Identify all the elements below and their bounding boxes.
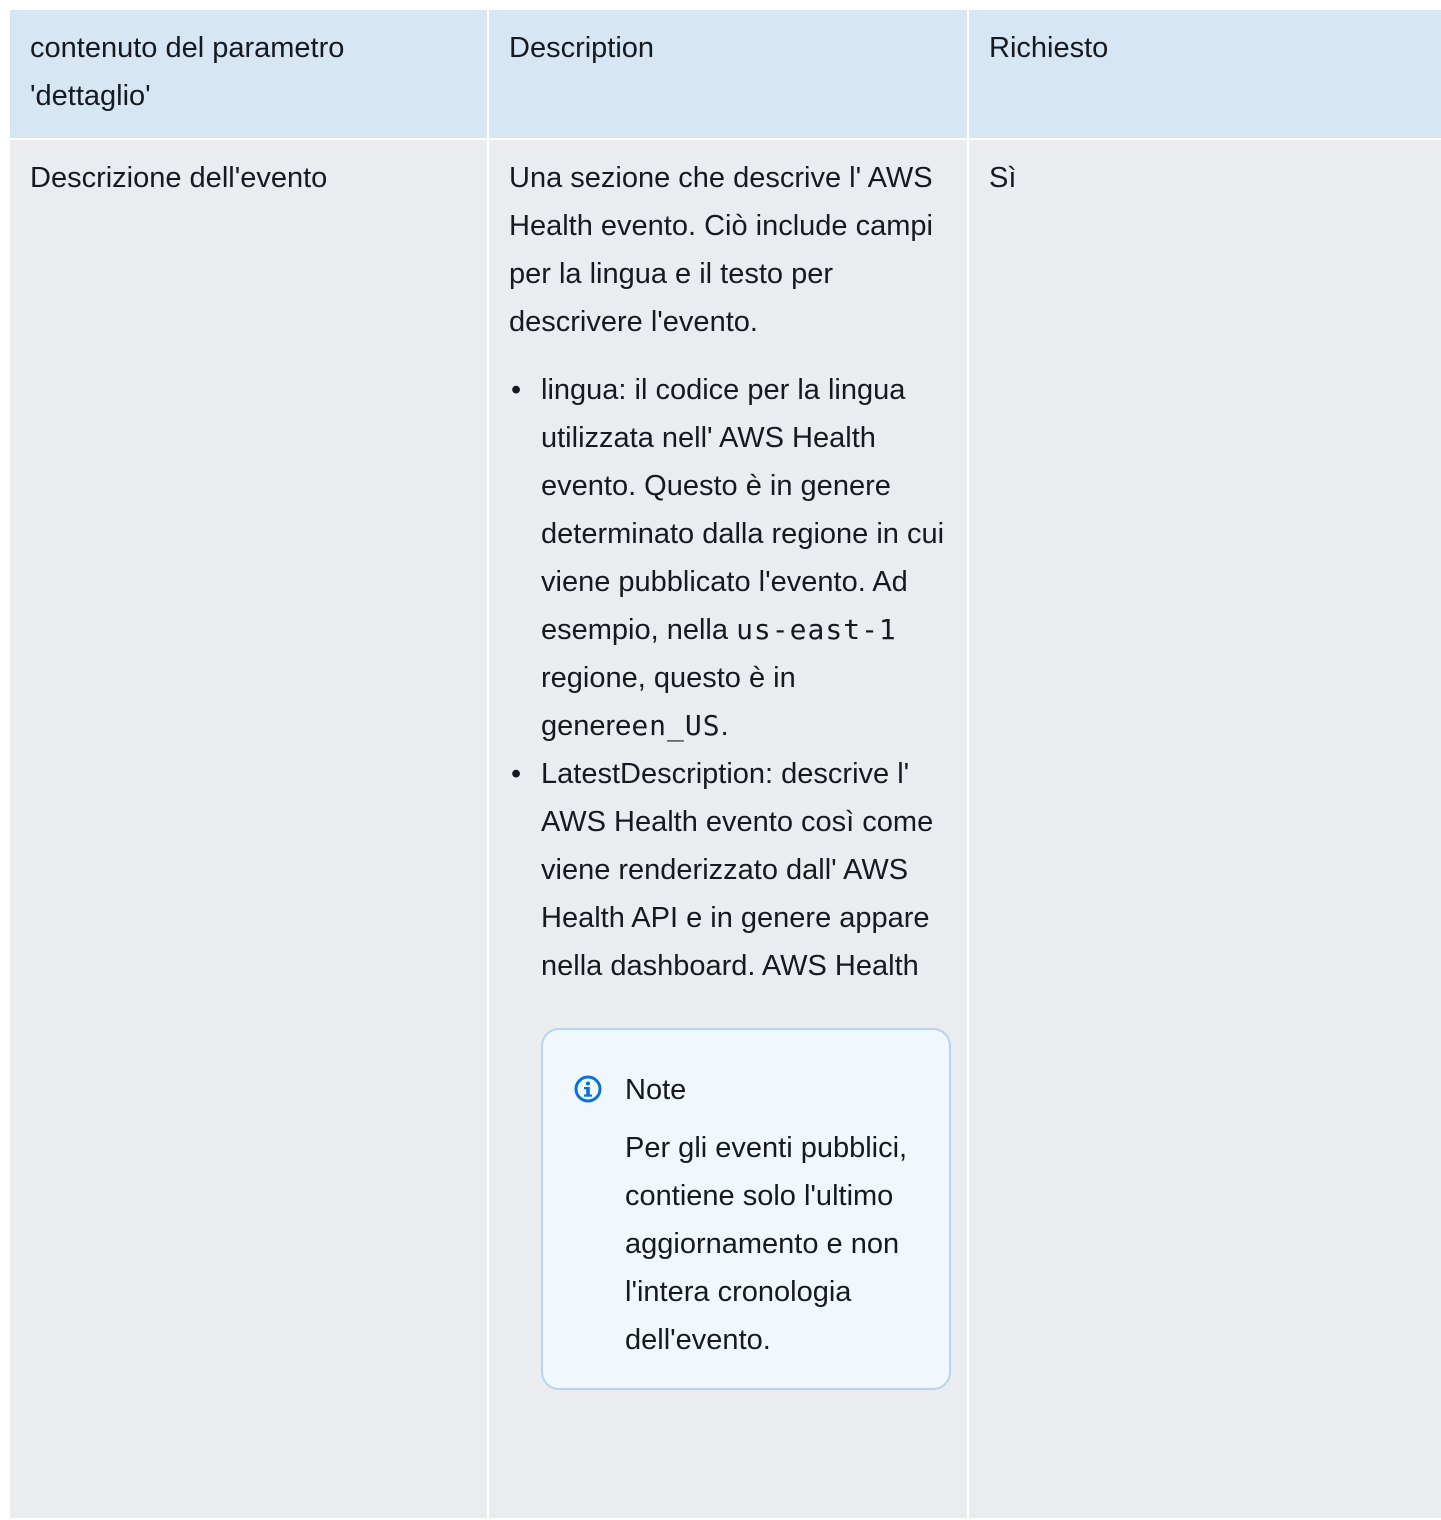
header-parameter-content: contenuto del parametro 'dettaglio' xyxy=(10,10,489,140)
note-title: Note xyxy=(625,1074,687,1106)
table-row: Descrizione dell'evento Una sezione che … xyxy=(10,139,1441,1520)
bullet-list: lingua: il codice per la lingua utilizza… xyxy=(509,366,947,990)
parameter-cell: Descrizione dell'evento xyxy=(10,139,489,1520)
bullet-language-text: lingua: il codice per la lingua utilizza… xyxy=(541,374,945,646)
bullet-item-language: lingua: il codice per la lingua utilizza… xyxy=(509,366,947,750)
bullet-item-latest-description: LatestDescription: descrive l' AWS Healt… xyxy=(509,750,947,990)
required-cell: Sì xyxy=(968,139,1441,1520)
description-intro: Una sezione che descrive l' AWS Health e… xyxy=(509,162,933,338)
table-header: contenuto del parametro 'dettaglio' Desc… xyxy=(10,10,1441,140)
info-icon xyxy=(574,1075,602,1103)
description-cell: Una sezione che descrive l' AWS Health e… xyxy=(488,139,969,1520)
code-region: us-east-1 xyxy=(736,613,897,646)
table-body: Descrizione dell'evento Una sezione che … xyxy=(10,139,1441,1520)
bullet-language-text-end: . xyxy=(720,710,729,742)
code-locale: en_US xyxy=(631,709,721,742)
note-text: Per gli eventi pubblici, contiene solo l… xyxy=(625,1132,908,1356)
parameter-table: contenuto del parametro 'dettaglio' Desc… xyxy=(10,10,1441,1520)
header-description: Description xyxy=(488,10,969,140)
note-callout: Note Per gli eventi pubblici, contiene s… xyxy=(541,1028,951,1390)
header-required: Richiesto xyxy=(968,10,1441,140)
header-row: contenuto del parametro 'dettaglio' Desc… xyxy=(10,10,1441,140)
